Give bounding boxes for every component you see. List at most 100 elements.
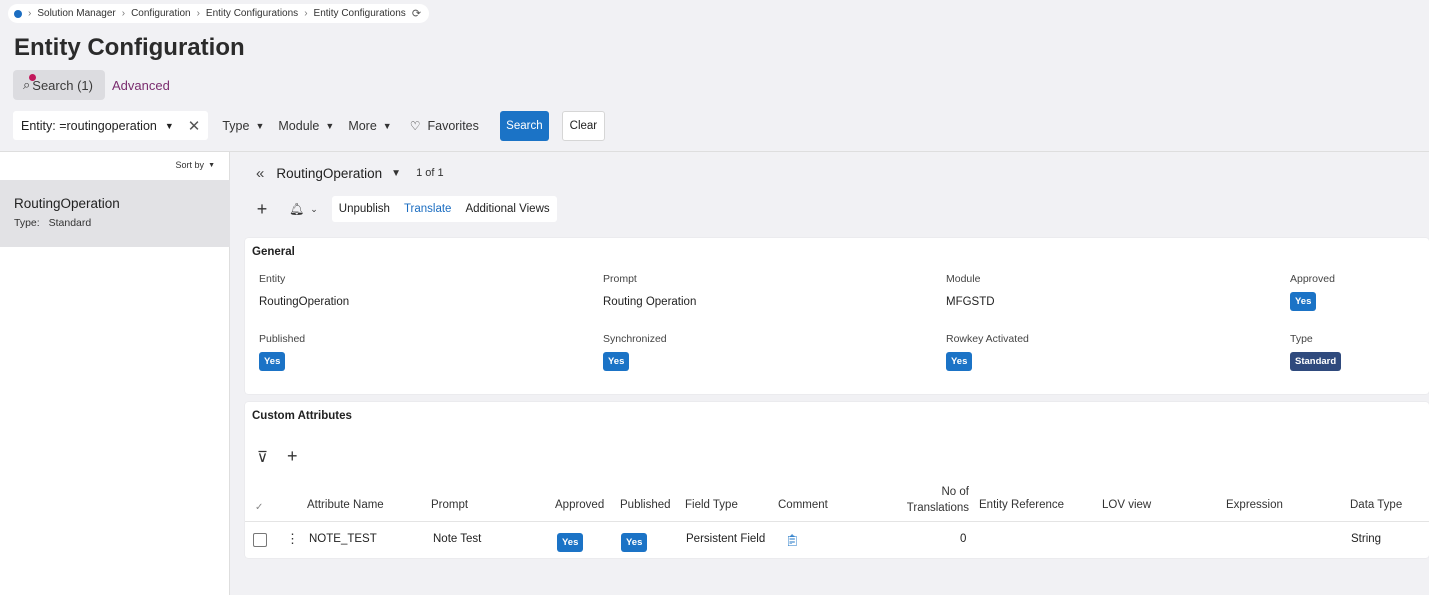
approved-badge: Yes (1290, 292, 1317, 311)
chevron-right-icon: › (28, 8, 32, 19)
chevron-right-icon: › (121, 8, 126, 19)
filter-icon[interactable]: ⊽ (257, 448, 268, 466)
general-card: General Entity RoutingOperation Prompt R… (245, 238, 1429, 394)
synchronized-field: Synchronized Yes (603, 333, 667, 371)
column-header-attribute-name[interactable]: Attribute Name (307, 499, 384, 511)
column-header-entity-reference[interactable]: Entity Reference (979, 499, 1064, 511)
more-options-icon[interactable]: ⋮ (286, 531, 299, 547)
type-field: Type Standard (1290, 333, 1342, 371)
close-icon[interactable]: ✕ (188, 117, 201, 135)
caret-down-icon[interactable]: ▼ (165, 121, 174, 131)
caret-down-icon: ▼ (325, 120, 335, 131)
cell-approved: Yes (557, 526, 584, 552)
column-header-lov-view[interactable]: LOV view (1102, 499, 1151, 511)
column-header-translations[interactable]: No of Translations (900, 484, 969, 516)
cell-published: Yes (621, 526, 648, 552)
custom-attributes-title: Custom Attributes (252, 410, 352, 422)
cell-attribute-name: NOTE_TEST (309, 533, 377, 545)
column-header-translations-line1: No of (941, 486, 970, 498)
column-header-data-type[interactable]: Data Type (1350, 499, 1402, 511)
module-field: Module MFGSTD (946, 273, 995, 308)
refresh-icon[interactable]: ⟳ (412, 7, 421, 20)
add-icon[interactable]: + (287, 446, 298, 467)
breadcrumb-item-current: Entity Configurations (313, 8, 406, 19)
published-badge: Yes (259, 352, 286, 371)
column-header-expression[interactable]: Expression (1226, 499, 1283, 511)
select-all-checkmark-icon[interactable]: ✓ (255, 502, 263, 513)
command-bar: + 🔔︎ ⌄ Unpublish Translate Additional Vi… (250, 196, 557, 222)
approved-badge: Yes (557, 533, 584, 552)
module-value: MFGSTD (946, 296, 995, 308)
record-header: « RoutingOperation ▼ 1 of 1 (256, 163, 444, 183)
module-filter-dropdown[interactable]: Module ▼ (278, 119, 334, 133)
breadcrumb-item-solution-manager[interactable]: Solution Manager (37, 8, 115, 19)
unpublish-button[interactable]: Unpublish (339, 203, 390, 215)
synchronized-badge: Yes (603, 352, 630, 371)
approved-label: Approved (1290, 273, 1335, 285)
more-filter-label: More (348, 118, 377, 133)
module-filter-label: Module (278, 118, 320, 133)
list-item-title: RoutingOperation (14, 196, 120, 211)
search-icon: ⌕ (23, 74, 37, 92)
column-header-approved[interactable]: Approved (555, 499, 604, 511)
cell-field-type: Persistent Field (686, 533, 766, 545)
approved-field: Approved Yes (1290, 273, 1335, 311)
search-tab-label: Search (1) (32, 77, 93, 93)
cell-data-type: String (1351, 533, 1382, 545)
record-count: 1 of 1 (416, 167, 444, 179)
collapse-panel-icon[interactable]: « (256, 165, 264, 182)
prompt-label: Prompt (603, 273, 637, 285)
row-checkbox[interactable] (253, 533, 267, 547)
table-toolbar: ⊽ + (257, 446, 298, 467)
custom-attributes-card: Custom Attributes ⊽ + ✓ Attribute Name P… (245, 402, 1429, 558)
column-header-published[interactable]: Published (620, 499, 671, 511)
record-selector-caret-icon[interactable]: ▼ (391, 168, 401, 179)
caret-down-icon: ▼ (208, 161, 215, 169)
prompt-field: Prompt Routing Operation (603, 273, 696, 308)
synchronized-label: Synchronized (603, 333, 667, 345)
more-filter-dropdown[interactable]: More ▼ (348, 119, 391, 133)
published-badge: Yes (621, 533, 648, 552)
type-badge: Standard (1290, 352, 1342, 371)
table-header-divider (245, 521, 1429, 522)
entity-filter-label: Entity: =routingoperation (21, 118, 157, 133)
sort-by-label: Sort by (175, 160, 205, 170)
list-item-type-value: Standard (48, 217, 92, 229)
chevron-right-icon: › (304, 8, 308, 19)
search-tab[interactable]: ⌕ Search (1) (13, 70, 105, 100)
type-label: Type (1290, 333, 1313, 345)
entity-label: Entity (259, 273, 286, 285)
bell-icon[interactable]: 🔔︎ (289, 202, 304, 216)
breadcrumb-item-entity-configurations[interactable]: Entity Configurations (206, 8, 298, 19)
published-label: Published (259, 333, 306, 345)
list-item-type: Type: Standard (14, 217, 216, 229)
results-list-panel: Sort by ▼ RoutingOperation Type: Standar… (0, 152, 230, 595)
record-name: RoutingOperation (276, 165, 383, 181)
cell-prompt: Note Test (433, 533, 482, 545)
entity-value: RoutingOperation (259, 296, 350, 308)
breadcrumb: › Solution Manager › Configuration › Ent… (8, 4, 430, 23)
rowkey-label: Rowkey Activated (946, 333, 1029, 345)
column-header-comment[interactable]: Comment (778, 499, 828, 511)
list-item[interactable]: RoutingOperation Type: Standard (0, 180, 230, 247)
search-button[interactable]: Search (499, 110, 549, 141)
translate-button[interactable]: Translate (404, 203, 452, 215)
favorites-button[interactable]: ♡ Favorites (410, 119, 479, 133)
chevron-right-icon: › (196, 8, 200, 19)
advanced-link[interactable]: Advanced (112, 78, 170, 93)
command-group: Unpublish Translate Additional Views (331, 196, 557, 222)
column-header-field-type[interactable]: Field Type (685, 499, 738, 511)
sort-by-dropdown[interactable]: Sort by ▼ (171, 157, 219, 173)
add-icon[interactable]: + (250, 199, 274, 220)
caret-down-icon: ▼ (382, 120, 392, 131)
type-filter-dropdown[interactable]: Type ▼ (222, 119, 264, 133)
chevron-down-icon[interactable]: ⌄ (310, 204, 318, 215)
breadcrumb-item-configuration[interactable]: Configuration (131, 8, 190, 19)
additional-views-button[interactable]: Additional Views (465, 203, 549, 215)
comment-icon[interactable]: 📋︎ (785, 533, 800, 547)
clear-button[interactable]: Clear (561, 110, 605, 141)
entity-filter-chip[interactable]: Entity: =routingoperation ▼ ✕ (13, 111, 209, 140)
published-field: Published Yes (259, 333, 305, 371)
column-header-prompt[interactable]: Prompt (431, 499, 468, 511)
home-icon[interactable] (14, 9, 22, 18)
